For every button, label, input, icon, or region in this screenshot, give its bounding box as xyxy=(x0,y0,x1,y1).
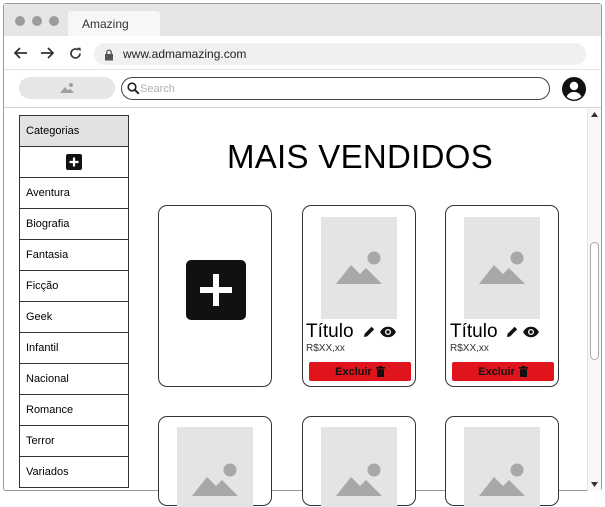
delete-button[interactable]: Excluir xyxy=(452,362,554,381)
search-input[interactable] xyxy=(140,79,540,98)
sidebar-header: Categorias xyxy=(19,115,129,147)
sidebar-item-romance[interactable]: Romance xyxy=(19,395,129,426)
product-image-placeholder xyxy=(464,217,540,319)
image-icon xyxy=(336,251,382,284)
window-minimize-dot[interactable] xyxy=(32,16,42,26)
product-price: R$XX,xx xyxy=(450,343,489,354)
product-image-placeholder xyxy=(177,427,253,507)
add-product-card[interactable] xyxy=(158,205,272,387)
search-icon[interactable] xyxy=(127,82,140,100)
scrollbar-thumb[interactable] xyxy=(590,242,599,360)
eye-icon[interactable] xyxy=(379,326,397,338)
sidebar-item-biografia[interactable]: Biografia xyxy=(19,209,129,240)
sidebar-item-geek[interactable]: Geek xyxy=(19,302,129,333)
product-image-placeholder xyxy=(321,427,397,507)
url-text[interactable]: www.admamazing.com xyxy=(123,47,246,61)
eye-icon[interactable] xyxy=(522,326,540,338)
user-avatar-icon[interactable] xyxy=(561,76,587,102)
delete-button-label: Excluir xyxy=(335,365,372,378)
scroll-up-icon[interactable] xyxy=(591,112,598,117)
product-title: Título xyxy=(450,321,498,342)
product-price: R$XX,xx xyxy=(306,343,345,354)
image-icon xyxy=(60,83,74,93)
window-maximize-dot[interactable] xyxy=(49,16,59,26)
trash-icon xyxy=(518,366,528,377)
scroll-down-icon[interactable] xyxy=(591,482,598,487)
delete-button[interactable]: Excluir xyxy=(309,362,411,381)
product-card[interactable]: Título R$XX,xx Excluir xyxy=(302,205,416,387)
sidebar-item-nacional[interactable]: Nacional xyxy=(19,364,129,395)
back-arrow-icon[interactable] xyxy=(11,44,31,62)
image-icon xyxy=(479,463,525,496)
reload-icon[interactable] xyxy=(65,44,85,62)
sidebar-item-variados[interactable]: Variados xyxy=(19,457,129,488)
category-sidebar: Categorias Aventura Biografia Fantasia F… xyxy=(19,115,129,488)
pencil-icon[interactable] xyxy=(506,325,519,338)
pencil-icon[interactable] xyxy=(363,325,376,338)
page-title: MAIS VENDIDOS xyxy=(226,138,494,175)
forward-arrow-icon[interactable] xyxy=(37,44,57,62)
product-card[interactable]: Título R$XX,xx Excluir xyxy=(445,205,559,387)
product-image-placeholder xyxy=(321,217,397,319)
image-icon xyxy=(336,463,382,496)
delete-button-label: Excluir xyxy=(478,365,515,378)
sidebar-item-terror[interactable]: Terror xyxy=(19,426,129,457)
image-icon xyxy=(192,463,238,496)
plus-icon xyxy=(66,154,82,170)
sidebar-item-aventura[interactable]: Aventura xyxy=(19,178,129,209)
window-close-dot[interactable] xyxy=(15,16,25,26)
lock-icon xyxy=(104,48,114,66)
plus-icon xyxy=(186,260,246,320)
sidebar-item-fantasia[interactable]: Fantasia xyxy=(19,240,129,271)
sidebar-item-ficcao[interactable]: Ficção xyxy=(19,271,129,302)
product-image-placeholder xyxy=(464,427,540,507)
tab-title: Amazing xyxy=(82,17,129,31)
product-title: Título xyxy=(306,321,354,342)
sidebar-item-infantil[interactable]: Infantil xyxy=(19,333,129,364)
trash-icon xyxy=(375,366,385,377)
image-icon xyxy=(479,251,525,284)
add-category-button[interactable] xyxy=(19,147,129,178)
logo-placeholder[interactable] xyxy=(19,77,115,99)
